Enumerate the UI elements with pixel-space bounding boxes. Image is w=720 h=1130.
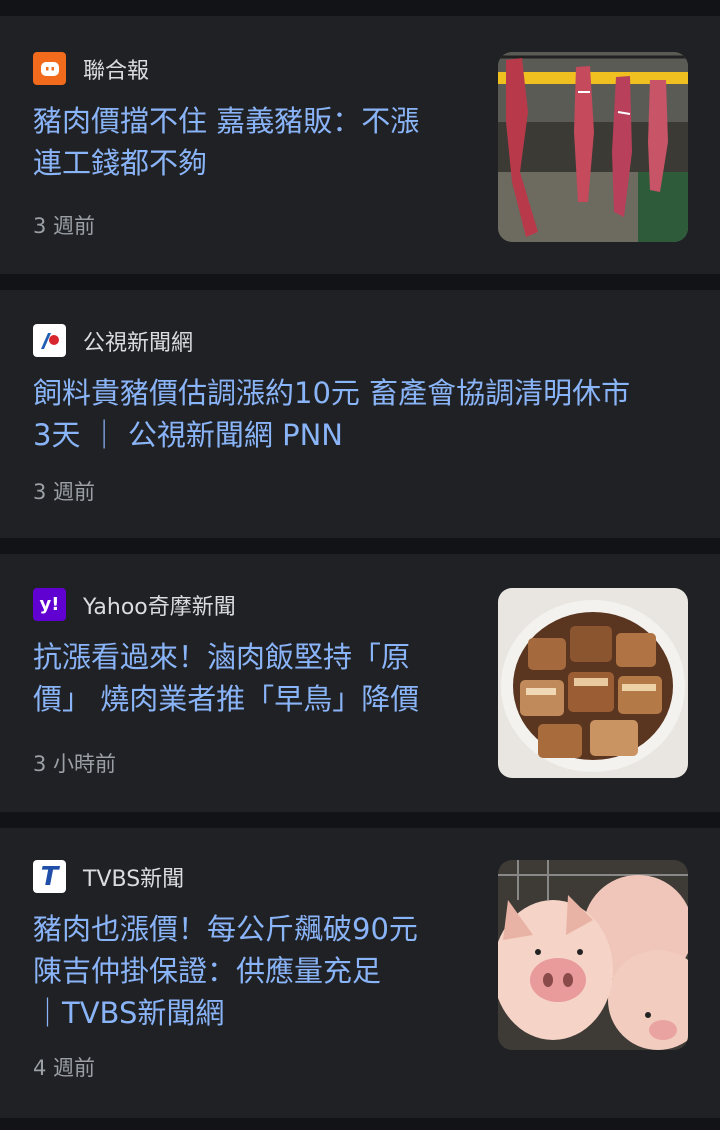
headline-line: 連工錢都不夠 [33,146,208,180]
headline[interactable]: 豬肉價擋不住 嘉義豬販：不漲 連工錢都不夠 [33,100,419,184]
source-name: 公視新聞網 [83,330,194,356]
news-card[interactable]: T TVBS新聞 豬肉也漲價！每公斤飆破90元 陳吉仲掛保證：供應量充足 ｜TV… [0,828,720,1118]
tvbs-logo-icon: T [33,860,66,893]
source-name: TVBS新聞 [83,866,185,892]
source-name: Yahoo奇摩新聞 [83,594,236,620]
headline-line: 豬肉也漲價！每公斤飆破90元 [33,912,418,946]
source-logo-icon [33,52,66,85]
timestamp: 3 小時前 [33,752,117,776]
timestamp: 3 週前 [33,214,96,238]
source-row: y! Yahoo奇摩新聞 [33,588,236,621]
pigs-image[interactable] [498,860,688,1050]
source-logo-icon [33,324,66,357]
source-row: 公視新聞網 [33,324,193,357]
headline[interactable]: 抗漲看過來！滷肉飯堅持「原 價」 燒肉業者推「早鳥」降價 [33,636,419,720]
source-row: T TVBS新聞 [33,860,184,893]
source-row: 聯合報 [33,52,149,85]
yahoo-logo-icon: y! [33,588,66,621]
braised-pork-image[interactable] [498,588,688,778]
headline[interactable]: 飼料貴豬價估調漲約10元 畜產會協調清明休市 3天 ｜ 公視新聞網 PNN [33,372,630,456]
headline-line: 陳吉仲掛保證：供應量充足 [33,954,382,988]
source-name: 聯合報 [83,58,150,84]
logo-text: T [40,861,59,892]
headline-line: 3天 ｜ 公視新聞網 PNN [33,418,343,452]
news-card[interactable]: 公視新聞網 飼料貴豬價估調漲約10元 畜產會協調清明休市 3天 ｜ 公視新聞網 … [0,290,720,538]
headline-line: 豬肉價擋不住 嘉義豬販：不漲 [33,104,420,138]
headline-line: 飼料貴豬價估調漲約10元 畜產會協調清明休市 [33,376,631,410]
headline[interactable]: 豬肉也漲價！每公斤飆破90元 陳吉仲掛保證：供應量充足 ｜TVBS新聞網 [33,908,418,1034]
timestamp: 4 週前 [33,1056,96,1080]
news-card[interactable]: 聯合報 豬肉價擋不住 嘉義豬販：不漲 連工錢都不夠 3 週前 [0,16,720,274]
headline-line: ｜TVBS新聞網 [33,996,225,1030]
logo-text: y! [39,594,60,615]
news-card[interactable]: y! Yahoo奇摩新聞 抗漲看過來！滷肉飯堅持「原 價」 燒肉業者推「早鳥」降… [0,554,720,812]
headline-line: 抗漲看過來！滷肉飯堅持「原 [33,640,411,674]
headline-line: 價」 燒肉業者推「早鳥」降價 [33,682,420,716]
hanging-pork-image[interactable] [498,52,688,242]
timestamp: 3 週前 [33,480,96,504]
